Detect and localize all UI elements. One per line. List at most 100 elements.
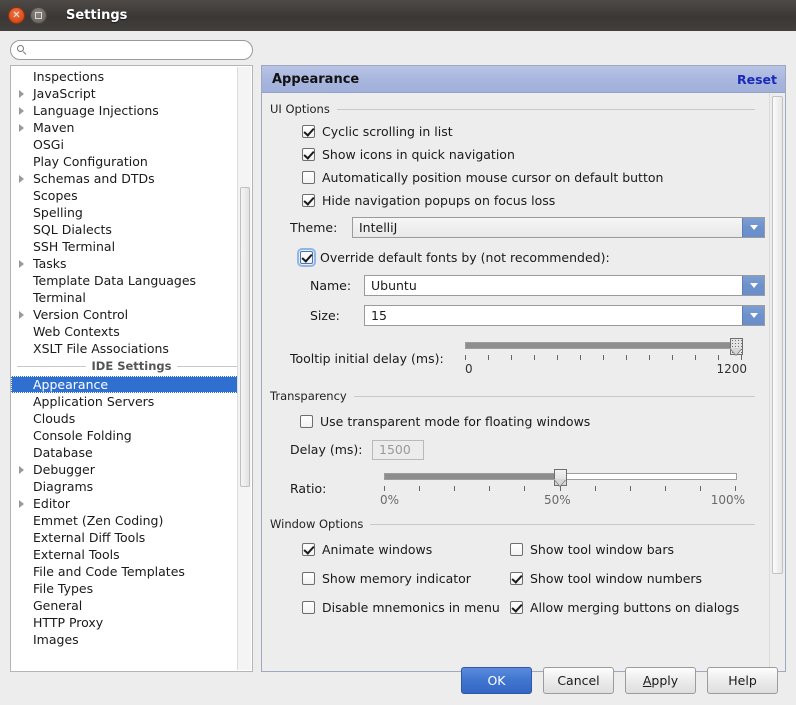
expand-arrow-icon[interactable]: [19, 124, 24, 132]
expand-arrow-icon[interactable]: [19, 90, 24, 98]
apply-button[interactable]: Apply: [625, 666, 696, 694]
sidebar-item-diagrams[interactable]: Diagrams: [11, 478, 252, 495]
slider-min-label: 0%: [380, 493, 400, 507]
close-icon[interactable]: ✕: [8, 7, 25, 24]
expand-arrow-icon[interactable]: [19, 311, 24, 319]
checkbox-hide-nav-popups[interactable]: [302, 194, 315, 207]
panel-content: UI Options Cyclic scrolling in list Show…: [262, 93, 769, 671]
sidebar-item-spelling[interactable]: Spelling: [11, 204, 252, 221]
sidebar-item-tasks[interactable]: Tasks: [11, 255, 252, 272]
checkbox-show-memory-indicator[interactable]: [302, 572, 315, 585]
sidebar-item-terminal[interactable]: Terminal: [11, 289, 252, 306]
checkbox-label: Animate windows: [322, 542, 433, 557]
sidebar-item-general[interactable]: General: [11, 597, 252, 614]
theme-select[interactable]: IntelliJ: [352, 217, 765, 238]
checkbox-cyclic-scrolling[interactable]: [302, 125, 315, 138]
sidebar-item-file-types[interactable]: File Types: [11, 580, 252, 597]
sidebar-item-language-injections[interactable]: Language Injections: [11, 102, 252, 119]
checkbox-disable-mnemonics-in-menu[interactable]: [302, 601, 315, 614]
sidebar-item-javascript[interactable]: JavaScript: [11, 85, 252, 102]
checkbox-animate-windows[interactable]: [302, 543, 315, 556]
sidebar-item-xslt-file-associations[interactable]: XSLT File Associations: [11, 340, 252, 357]
sidebar-item-template-data-languages[interactable]: Template Data Languages: [11, 272, 252, 289]
sidebar-item-schemas-and-dtds[interactable]: Schemas and DTDs: [11, 170, 252, 187]
sidebar-item-scopes[interactable]: Scopes: [11, 187, 252, 204]
search-box[interactable]: [10, 40, 253, 60]
sidebar-item-http-proxy[interactable]: HTTP Proxy: [11, 614, 252, 631]
expand-arrow-icon[interactable]: [19, 175, 24, 183]
font-size-value: 15: [371, 308, 387, 323]
ok-button[interactable]: OK: [461, 666, 532, 694]
sidebar-item-appearance[interactable]: Appearance: [11, 376, 250, 393]
checkbox-override-default-fonts[interactable]: [297, 248, 316, 267]
divider: [370, 523, 755, 525]
expand-arrow-icon[interactable]: [19, 107, 24, 115]
panel-scrollbar[interactable]: [769, 93, 785, 671]
slider-thumb[interactable]: [730, 338, 743, 355]
sidebar-item-file-and-code-templates[interactable]: File and Code Templates: [11, 563, 252, 580]
sidebar-item-application-servers[interactable]: Application Servers: [11, 393, 252, 410]
sidebar-item-console-folding[interactable]: Console Folding: [11, 427, 252, 444]
sidebar-item-external-diff-tools[interactable]: External Diff Tools: [11, 529, 252, 546]
sidebar-item-sql-dialects[interactable]: SQL Dialects: [11, 221, 252, 238]
checkbox-show-tool-window-numbers[interactable]: [510, 572, 523, 585]
tree-scrollbar[interactable]: [237, 67, 251, 670]
checkbox-row[interactable]: Cyclic scrolling in list: [262, 120, 769, 143]
sidebar-item-database[interactable]: Database: [11, 444, 252, 461]
search-field[interactable]: [10, 40, 253, 60]
tree-item-label: Schemas and DTDs: [33, 171, 155, 186]
checkbox-row[interactable]: Hide navigation popups on focus loss: [262, 189, 769, 212]
checkbox-allow-merging-buttons[interactable]: [510, 601, 523, 614]
sidebar-item-external-tools[interactable]: External Tools: [11, 546, 252, 563]
sidebar-item-play-configuration[interactable]: Play Configuration: [11, 153, 252, 170]
sidebar-item-maven[interactable]: Maven: [11, 119, 252, 136]
override-fonts-row[interactable]: Override default fonts by (not recommend…: [262, 246, 769, 269]
settings-tree-panel[interactable]: Inspections JavaScript Language Injections…: [10, 65, 253, 672]
window-option-row[interactable]: Disable mnemonics in menu Allow merging …: [262, 596, 769, 619]
checkbox-auto-position-cursor[interactable]: [302, 171, 315, 184]
window-option-row[interactable]: Show memory indicator Show tool window n…: [262, 567, 769, 590]
checkbox-label: Cyclic scrolling in list: [322, 124, 453, 139]
help-button[interactable]: Help: [707, 666, 778, 694]
checkbox-row[interactable]: Show icons in quick navigation: [262, 143, 769, 166]
font-size-select[interactable]: 15: [364, 305, 765, 326]
tree-scrollbar-thumb[interactable]: [240, 187, 250, 487]
panel-scrollbar-thumb[interactable]: [772, 96, 783, 574]
font-name-select[interactable]: Ubuntu: [364, 275, 765, 296]
sidebar-item-emmet-zen-coding[interactable]: Emmet (Zen Coding): [11, 512, 252, 529]
settings-tree[interactable]: Inspections JavaScript Language Injections…: [11, 66, 252, 648]
slider-tick: [699, 486, 701, 491]
checkbox-show-icons-quick-nav[interactable]: [302, 148, 315, 161]
expand-arrow-icon[interactable]: [19, 466, 24, 474]
sidebar-item-web-contexts[interactable]: Web Contexts: [11, 323, 252, 340]
tree-item-label: Scopes: [33, 188, 78, 203]
sidebar-item-editor[interactable]: Editor: [11, 495, 252, 512]
delay-label: Delay (ms):: [290, 442, 363, 457]
sidebar-item-osgi[interactable]: OSGi: [11, 136, 252, 153]
checkbox-row[interactable]: Automatically position mouse cursor on d…: [262, 166, 769, 189]
expand-arrow-icon[interactable]: [19, 260, 24, 268]
delay-row: Delay (ms): 1500: [262, 438, 769, 461]
checkbox-use-transparent-mode[interactable]: [300, 415, 313, 428]
checkbox-label: Use transparent mode for floating window…: [320, 414, 591, 429]
transparent-mode-row[interactable]: Use transparent mode for floating window…: [262, 410, 769, 433]
reset-link[interactable]: Reset: [737, 72, 777, 87]
expand-arrow-icon[interactable]: [19, 500, 24, 508]
sidebar-item-inspections[interactable]: Inspections: [11, 68, 252, 85]
sidebar-item-ssh-terminal[interactable]: SSH Terminal: [11, 238, 252, 255]
sidebar-item-images[interactable]: Images: [11, 631, 252, 648]
tooltip-delay-slider[interactable]: 0 1200: [465, 338, 747, 380]
cancel-button[interactable]: Cancel: [543, 666, 614, 694]
ratio-slider[interactable]: 0% 50% 100%: [380, 469, 745, 511]
chevron-down-icon[interactable]: [742, 218, 764, 237]
search-input[interactable]: [32, 42, 236, 58]
chevron-down-icon[interactable]: [742, 306, 764, 325]
window-option-row[interactable]: Animate windows Show tool window bars: [262, 538, 769, 561]
chevron-down-icon[interactable]: [742, 276, 764, 295]
sidebar-item-clouds[interactable]: Clouds: [11, 410, 252, 427]
slider-thumb[interactable]: [554, 469, 567, 486]
sidebar-item-debugger[interactable]: Debugger: [11, 461, 252, 478]
sidebar-item-version-control[interactable]: Version Control: [11, 306, 252, 323]
maximize-icon[interactable]: [30, 7, 47, 24]
checkbox-show-tool-window-bars[interactable]: [510, 543, 523, 556]
